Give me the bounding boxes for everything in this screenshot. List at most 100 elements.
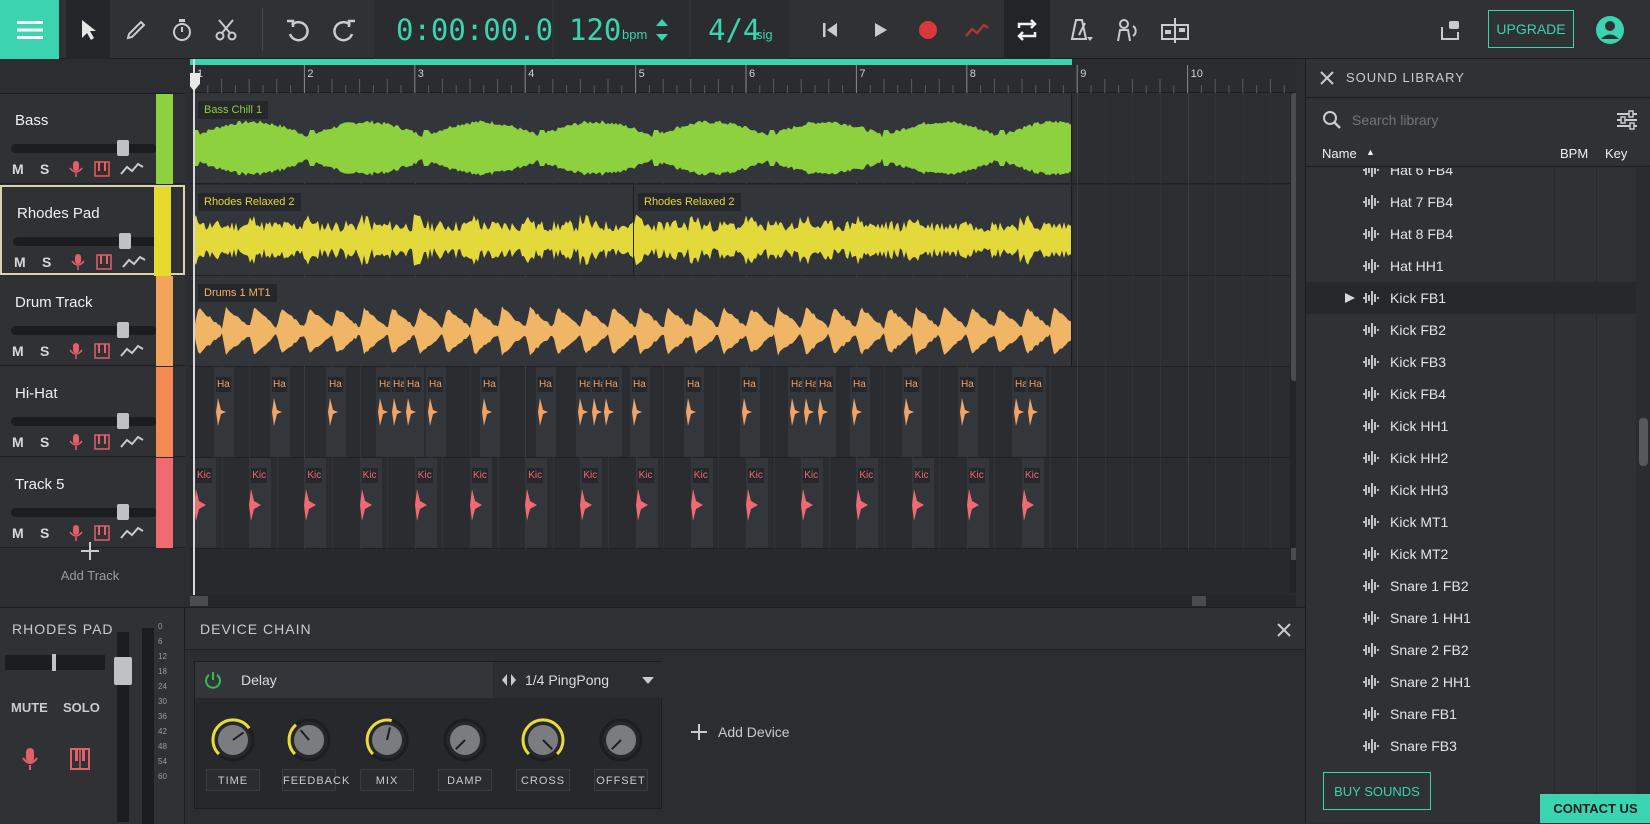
knob-dial[interactable]: [203, 714, 263, 766]
record-arm-icon[interactable]: [68, 433, 84, 451]
mute-button[interactable]: MUTE: [11, 700, 48, 715]
cut-tool-button[interactable]: [204, 0, 248, 59]
preset-prev-next-icon[interactable]: [501, 673, 517, 687]
track-lane[interactable]: Rhodes Relaxed 2 Rhodes Relaxed 2: [190, 185, 1296, 276]
record-arm-icon[interactable]: [20, 746, 40, 772]
preset-select[interactable]: 1/4 PingPong: [493, 662, 663, 698]
record-arm-icon[interactable]: [68, 342, 84, 360]
hihat-clip[interactable]: Ha: [536, 367, 556, 457]
knob-dial[interactable]: [279, 714, 339, 766]
hihat-clip[interactable]: Ha: [1026, 367, 1046, 457]
hihat-clip[interactable]: Ha: [270, 367, 290, 457]
track-name[interactable]: Bass: [15, 112, 48, 129]
redo-button[interactable]: [322, 0, 366, 59]
timeline-ruler[interactable]: 123456789101: [190, 59, 1296, 93]
bpm-value[interactable]: 120: [569, 13, 621, 47]
bpm-stepper[interactable]: [655, 17, 669, 43]
library-scrollbar[interactable]: [1636, 168, 1650, 818]
menu-button[interactable]: [0, 0, 59, 59]
profile-button[interactable]: [1590, 0, 1630, 59]
hihat-clip[interactable]: Ha: [630, 367, 650, 457]
kick-clip[interactable]: Kic: [470, 458, 492, 548]
audio-clip[interactable]: Rhodes Relaxed 2: [194, 185, 634, 275]
filter-sliders-icon[interactable]: [1616, 110, 1638, 130]
piano-keys-icon[interactable]: [70, 748, 90, 770]
track-name[interactable]: Rhodes Pad: [17, 205, 100, 222]
library-item[interactable]: Kick HH3: [1306, 474, 1636, 506]
track-header[interactable]: Drum Track M S: [0, 276, 185, 366]
buy-sounds-button[interactable]: BUY SOUNDS: [1323, 772, 1431, 810]
library-item[interactable]: Kick FB3: [1306, 346, 1636, 378]
library-item[interactable]: Snare FB3: [1306, 730, 1636, 762]
library-item[interactable]: Hat 8 FB4: [1306, 218, 1636, 250]
knob-dial[interactable]: [435, 714, 495, 766]
track-volume-slider[interactable]: [11, 413, 157, 429]
play-icon[interactable]: [1344, 292, 1356, 304]
solo-button[interactable]: S: [42, 254, 70, 270]
track-volume-slider[interactable]: [11, 504, 157, 520]
mute-button[interactable]: M: [12, 343, 40, 359]
track-volume-knob[interactable]: [117, 504, 129, 520]
audio-clip[interactable]: Bass Chill 1: [194, 93, 1072, 183]
knob-control[interactable]: DAMP: [435, 714, 495, 806]
knob-dial[interactable]: [357, 714, 417, 766]
kick-clip[interactable]: Kic: [525, 458, 548, 548]
track-header[interactable]: Bass M S: [0, 94, 185, 184]
upgrade-button[interactable]: UPGRADE: [1488, 10, 1574, 48]
column-bpm[interactable]: BPM: [1560, 146, 1588, 161]
kick-clip[interactable]: Kic: [911, 458, 934, 548]
kick-clip[interactable]: Kic: [194, 458, 216, 548]
hihat-clip[interactable]: Ha: [816, 367, 836, 457]
audio-clip[interactable]: Rhodes Relaxed 2: [634, 185, 1072, 275]
undo-button[interactable]: [276, 0, 320, 59]
close-icon[interactable]: [1277, 623, 1291, 637]
track-name[interactable]: Drum Track: [15, 294, 93, 311]
library-item[interactable]: Snare 2 HH1: [1306, 666, 1636, 698]
add-device-button[interactable]: Add Device: [690, 720, 820, 744]
select-tool-button[interactable]: [66, 0, 110, 59]
library-item[interactable]: Hat HH1: [1306, 250, 1636, 282]
hihat-clip[interactable]: Ha: [480, 367, 500, 457]
horizontal-scrollbar[interactable]: [190, 595, 1296, 607]
track-volume-knob[interactable]: [117, 322, 129, 338]
vertical-scroll-thumb[interactable]: [1291, 93, 1296, 381]
pan-slider[interactable]: [5, 654, 105, 671]
track-lane[interactable]: Ha Ha Ha Ha Ha Ha Ha Ha Ha Ha Ha Ha Ha Ha Ha Ha Ha Ha Ha Ha…: [190, 367, 1296, 458]
time-signature[interactable]: 4/4: [708, 13, 760, 47]
piano-keys-icon[interactable]: [94, 160, 110, 178]
solo-button[interactable]: S: [40, 525, 68, 541]
kick-clip[interactable]: Kic: [249, 458, 272, 548]
track-lane[interactable]: Kic Kic Kic Kic Kic Kic Kic Kic Kic Kic Kic Kic Kic K…: [190, 458, 1296, 549]
column-name[interactable]: Name: [1322, 146, 1357, 161]
library-item[interactable]: Snare FB1: [1306, 698, 1636, 730]
contact-us-button[interactable]: CONTACT US: [1540, 794, 1650, 823]
library-item[interactable]: Kick HH1: [1306, 410, 1636, 442]
knob-control[interactable]: OFFSET: [591, 714, 651, 806]
kick-clip[interactable]: Kic: [690, 458, 713, 548]
column-key[interactable]: Key: [1605, 146, 1627, 161]
power-icon[interactable]: [204, 671, 222, 689]
automation-curve-icon[interactable]: [120, 525, 144, 541]
timer-tool-button[interactable]: [160, 0, 204, 59]
hihat-clip[interactable]: Ha: [602, 367, 622, 457]
library-item[interactable]: Snare 2 FB2: [1306, 634, 1636, 666]
library-item[interactable]: Kick MT2: [1306, 538, 1636, 570]
pencil-tool-button[interactable]: [114, 0, 158, 59]
automation-curve-icon[interactable]: [122, 254, 146, 270]
mute-button[interactable]: M: [12, 525, 40, 541]
track-name[interactable]: Track 5: [15, 476, 64, 493]
search-input[interactable]: [1350, 107, 1590, 133]
share-button[interactable]: [1430, 0, 1470, 59]
audio-clip[interactable]: Drums 1 MT1: [194, 276, 1072, 366]
kick-clip[interactable]: Kic: [414, 458, 437, 548]
hihat-clip[interactable]: Ha: [326, 367, 346, 457]
volume-fader-handle[interactable]: [114, 657, 132, 685]
knob-control[interactable]: CROSS: [513, 714, 573, 806]
kick-clip[interactable]: Kic: [1022, 458, 1044, 548]
time-display[interactable]: 0:00:00.00: [396, 13, 571, 47]
loop-button[interactable]: [1004, 0, 1050, 59]
library-item[interactable]: Hat 6 FB4: [1306, 168, 1636, 186]
hihat-clip[interactable]: Ha: [740, 367, 760, 457]
kick-clip[interactable]: Kic: [580, 458, 603, 548]
library-item[interactable]: Snare 1 FB2: [1306, 570, 1636, 602]
